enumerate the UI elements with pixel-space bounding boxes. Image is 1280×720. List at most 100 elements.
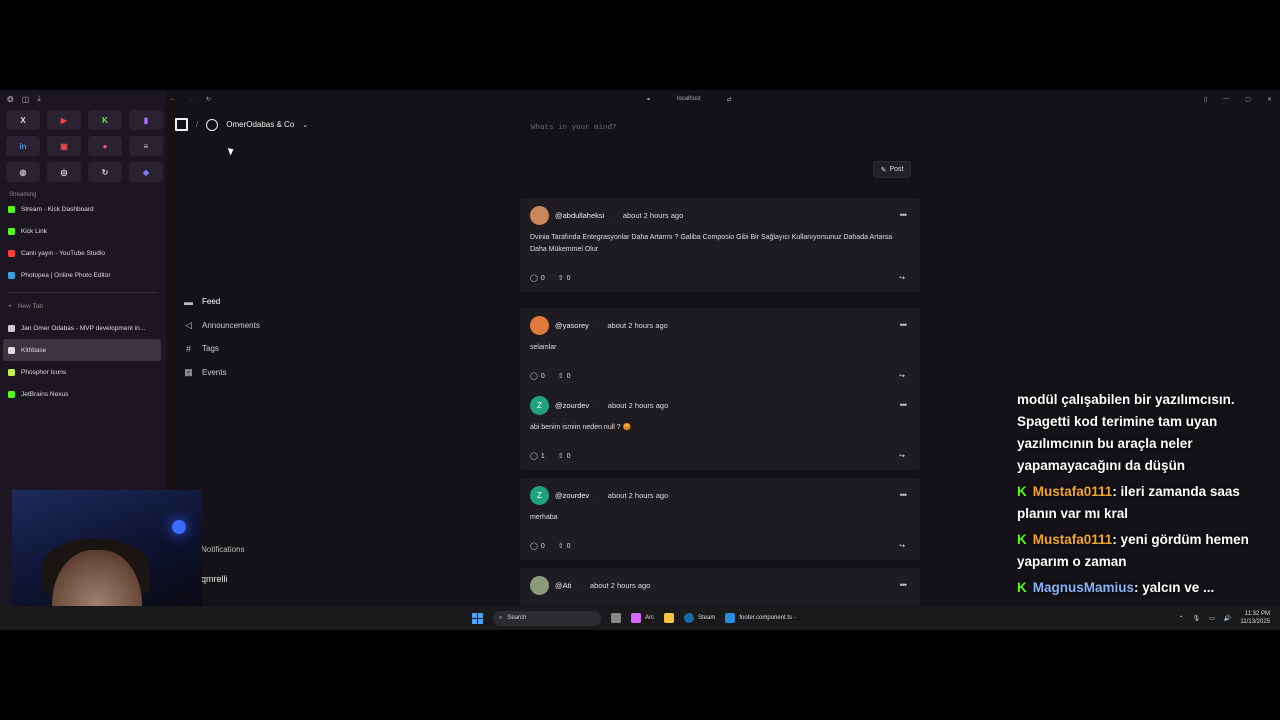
sidebar-tab[interactable]: JetBrains Nexus	[0, 383, 166, 405]
share-icon[interactable]: ↪	[899, 274, 905, 282]
favorite-tile[interactable]: K	[88, 110, 122, 130]
sidebar-tab[interactable]: Photopea | Online Photo Editor	[0, 264, 166, 286]
favorite-tile[interactable]: in	[6, 136, 40, 156]
share-icon[interactable]: ↪	[899, 452, 905, 460]
url-text[interactable]: localhost	[677, 96, 701, 102]
upvote-button[interactable]: ⇧ 0	[558, 372, 571, 381]
nav-item[interactable]: # Tags	[183, 337, 260, 361]
share-icon[interactable]: ↪	[899, 542, 905, 550]
sidebar-tab[interactable]: Kithbase	[3, 339, 161, 361]
post-author[interactable]: @zourdev	[555, 401, 589, 410]
minimize-icon[interactable]: —	[1223, 96, 1229, 103]
post-body: Dvinia Tarafında Entegrasyonlar Daha Art…	[530, 234, 893, 253]
comment-button[interactable]: ◯ 1	[530, 452, 545, 461]
nav-icon: ▦	[184, 366, 193, 377]
settings-icon[interactable]: ❂	[7, 95, 14, 104]
chat-message: K Mustafa0111: yeni gördüm hemen yaparım …	[1017, 529, 1280, 573]
post-author[interactable]: @Ati	[555, 581, 571, 590]
upvote-button[interactable]: ⇧ 0	[557, 452, 571, 461]
workspace-switcher[interactable]: / OmerOdabas & Co ⌄	[175, 118, 308, 131]
comment-button[interactable]: ◯ 0	[530, 542, 545, 551]
sidebar-tab[interactable]: Stream - Kick Dashboard	[0, 198, 166, 220]
post-actions: ◯ 0 ⇧ 0 ↪	[530, 364, 910, 388]
tab-favicon-icon	[8, 324, 15, 332]
stream-chat-overlay: modül çalışabilen bir yazılımcısın. Spag…	[1017, 392, 1280, 603]
more-options-icon[interactable]: •••	[900, 210, 908, 220]
split-view-icon[interactable]: ▯	[1204, 96, 1207, 103]
favorite-tile[interactable]: X	[6, 110, 40, 130]
favorite-tile[interactable]: ▦	[47, 136, 81, 156]
favorite-tile[interactable]: ▶	[47, 110, 81, 130]
favorite-tile[interactable]: ≡	[129, 136, 163, 156]
comment-button[interactable]: ◯ 0	[530, 372, 545, 381]
reload-icon[interactable]: ↻	[206, 96, 211, 103]
more-options-icon[interactable]: •••	[900, 400, 908, 410]
comment-count: 1	[540, 452, 545, 460]
forward-icon[interactable]: →	[188, 96, 194, 103]
avatar[interactable]	[530, 205, 549, 225]
upvote-button[interactable]: ⇧ 0	[558, 274, 571, 283]
more-options-icon[interactable]: •••	[900, 580, 908, 590]
taskbar-app-vscode[interactable]: footer.component.ts -	[725, 613, 796, 623]
sidebar-toggle-icon[interactable]: ◫	[22, 95, 30, 104]
favorite-tile[interactable]: ◎	[47, 162, 81, 182]
back-icon[interactable]: ←	[170, 96, 176, 103]
post-author[interactable]: @yasorey	[555, 321, 589, 330]
windows-start-icon[interactable]	[472, 612, 483, 624]
sidebar-tab[interactable]: Phosphor Icons	[0, 361, 166, 383]
user-name[interactable]: qmrelli	[201, 574, 228, 584]
avatar[interactable]	[530, 575, 549, 595]
close-icon[interactable]: ✕	[1267, 96, 1272, 103]
avatar[interactable]: Z	[530, 485, 549, 505]
upvote-icon: ⇧	[557, 543, 564, 550]
nav-item[interactable]: ◁ Announcements	[183, 314, 260, 338]
post-author[interactable]: @abdullaheksi	[555, 211, 604, 220]
avatar[interactable]: Z	[530, 395, 549, 415]
new-tab-button[interactable]: + New Tab	[0, 295, 166, 317]
composer-input[interactable]: Whats in your mind?	[531, 124, 617, 132]
sidebar-tab[interactable]: Kick Link	[0, 220, 166, 242]
avatar[interactable]	[530, 315, 549, 335]
sidebar-tab[interactable]: Canlı yayın - YouTube Studio	[0, 242, 166, 264]
favorite-tile[interactable]: ◍	[6, 162, 40, 182]
mic-tray-icon[interactable]: 🎙	[1193, 615, 1201, 622]
favorite-icon: ▶	[60, 115, 68, 125]
volume-icon[interactable]: 🔊	[1224, 615, 1231, 622]
network-icon[interactable]: ▭	[1209, 615, 1215, 622]
favorite-tile[interactable]: ↻	[88, 162, 122, 182]
comment-button[interactable]: ◯ 0	[530, 274, 545, 283]
link-icon[interactable]: ⚭	[646, 96, 651, 103]
post-card: Z @zourdev · about 2 hours ago ••• merhaba ◯ 0 ⇧…	[520, 478, 920, 560]
taskbar-app-steam[interactable]: Steam	[684, 613, 715, 623]
upvote-button[interactable]: ⇧ 0	[557, 542, 571, 551]
more-options-icon[interactable]: •••	[900, 320, 908, 330]
sidebar-tab[interactable]: Jan Omer Odabas - MVP development in...	[0, 317, 166, 339]
post-author[interactable]: @zourdev	[555, 491, 589, 500]
chevron-up-icon[interactable]: ⌃	[1179, 615, 1184, 622]
nav-item[interactable]: ▦ Events	[183, 361, 260, 385]
favorite-tile[interactable]: ◆	[129, 162, 163, 182]
post-card: @Ati · about 2 hours ago •••	[520, 568, 920, 608]
site-controls-icon[interactable]: ⇄	[727, 96, 732, 103]
favorite-tile[interactable]: ▮	[129, 110, 163, 130]
favorite-icon: ◍	[19, 167, 27, 177]
notifications-link[interactable]: Notifications	[201, 545, 245, 554]
taskbar-app-arc[interactable]: Arc	[631, 613, 654, 623]
post-button[interactable]: ✎ Post	[873, 161, 911, 178]
favorite-tile[interactable]: ●	[88, 136, 122, 156]
nav-item[interactable]: ▬ Feed	[183, 290, 260, 314]
taskbar-app-label: Steam	[698, 615, 716, 621]
share-icon[interactable]: ↪	[899, 372, 905, 380]
maximize-icon[interactable]: ▢	[1245, 96, 1251, 103]
upvote-icon: ⇧	[557, 453, 564, 460]
upvote-count: 0	[566, 274, 571, 282]
post-actions: ◯ 0 ⇧ 0 ↪	[530, 534, 910, 558]
more-options-icon[interactable]: •••	[900, 490, 908, 500]
separator-dot: ·	[597, 490, 600, 500]
file-explorer-icon[interactable]	[664, 613, 674, 623]
taskbar-search[interactable]: ⌕ Search	[493, 610, 601, 626]
nav-label: Announcements	[202, 320, 260, 330]
task-view-icon[interactable]	[611, 613, 621, 623]
taskbar-clock[interactable]: 11:32 PM 11/13/2025	[1240, 610, 1270, 626]
download-icon[interactable]: ⤓	[37, 94, 41, 104]
